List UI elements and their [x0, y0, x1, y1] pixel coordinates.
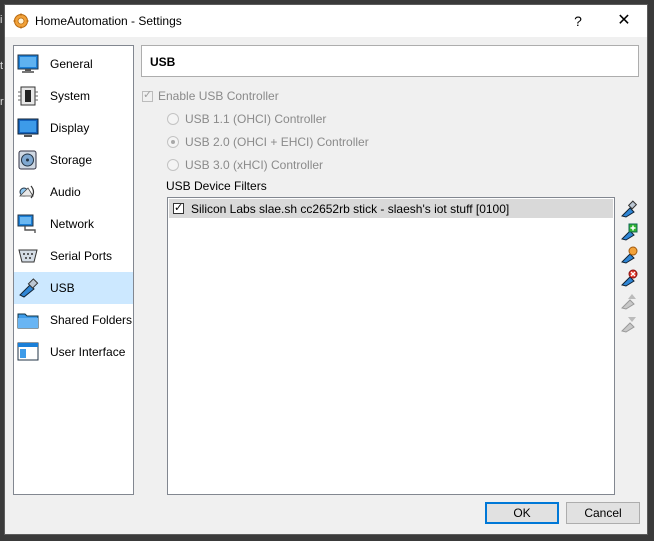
- sidebar-item-label: Display: [50, 121, 90, 135]
- sidebar-item-display[interactable]: Display: [14, 112, 133, 144]
- sidebar-item-label: User Interface: [50, 345, 126, 359]
- radio-label: USB 3.0 (xHCI) Controller: [185, 158, 324, 172]
- user-interface-icon: [17, 342, 39, 361]
- move-filter-up-icon[interactable]: [620, 292, 638, 310]
- filter-enabled-checkbox[interactable]: ✓: [173, 202, 184, 214]
- sidebar-item-audio[interactable]: Audio: [14, 176, 133, 208]
- display-icon: [17, 118, 39, 137]
- filter-name: Silicon Labs slae.sh cc2652rb stick - sl…: [191, 201, 510, 216]
- add-empty-filter-icon[interactable]: [620, 200, 638, 218]
- help-button[interactable]: ?: [555, 5, 601, 37]
- general-icon: [17, 54, 39, 73]
- enable-usb-controller-checkbox[interactable]: ✓ Enable USB Controller: [142, 89, 279, 103]
- sidebar-item-serial-ports[interactable]: Serial Ports: [14, 240, 133, 272]
- sidebar-item-label: Serial Ports: [50, 249, 113, 263]
- background-text: i: [0, 14, 3, 26]
- storage-icon: [18, 150, 37, 170]
- radio-button[interactable]: [167, 159, 179, 171]
- window-title: HomeAutomation - Settings: [35, 14, 182, 28]
- network-icon: [17, 214, 36, 233]
- usb-filter-list[interactable]: ✓ Silicon Labs slae.sh cc2652rb stick - …: [167, 197, 615, 495]
- usb-1-1-radio[interactable]: USB 1.1 (OHCI) Controller: [167, 112, 326, 126]
- system-icon: [18, 86, 38, 106]
- sidebar-item-usb[interactable]: USB: [14, 272, 133, 304]
- list-item[interactable]: ✓ Silicon Labs slae.sh cc2652rb stick - …: [169, 199, 613, 218]
- checkmark-icon: ✓: [174, 202, 184, 214]
- usb-2-0-radio[interactable]: USB 2.0 (OHCI + EHCI) Controller: [167, 135, 369, 149]
- title-bar: HomeAutomation - Settings ? ✕: [5, 5, 647, 37]
- sidebar-item-user-interface[interactable]: User Interface: [14, 336, 133, 368]
- usb-icon: [19, 278, 39, 298]
- sidebar-item-label: Audio: [50, 185, 81, 199]
- audio-icon: [19, 185, 35, 199]
- sidebar-item-general[interactable]: General: [14, 48, 133, 80]
- sidebar-item-label: Network: [50, 217, 95, 231]
- background-text: t: [0, 60, 4, 72]
- page-title: USB: [150, 55, 176, 69]
- sidebar-item-shared-folders[interactable]: Shared Folders: [14, 304, 133, 336]
- serial-ports-icon: [18, 249, 38, 263]
- move-filter-down-icon[interactable]: [620, 315, 638, 333]
- radio-button[interactable]: [167, 113, 179, 125]
- ok-button[interactable]: OK: [485, 502, 559, 524]
- sidebar-item-storage[interactable]: Storage: [14, 144, 133, 176]
- sidebar-item-label: USB: [50, 281, 75, 295]
- sidebar-item-label: Storage: [50, 153, 93, 167]
- checkmark-icon: ✓: [143, 88, 153, 101]
- page-title-box: USB: [141, 45, 639, 77]
- remove-filter-icon[interactable]: [620, 269, 638, 287]
- cancel-button[interactable]: Cancel: [566, 502, 640, 524]
- settings-window: HomeAutomation - Settings ? ✕ General Sy…: [4, 4, 648, 535]
- sidebar-item-label: General: [50, 57, 93, 71]
- virtualbox-gear-icon: [13, 13, 29, 29]
- enable-usb-label: Enable USB Controller: [158, 89, 279, 103]
- radio-selected-dot: [171, 140, 175, 144]
- settings-sidebar: General System Display Storage Audio Net…: [13, 45, 134, 495]
- usb-device-filters-label: USB Device Filters: [166, 179, 267, 193]
- radio-label: USB 2.0 (OHCI + EHCI) Controller: [185, 135, 369, 149]
- sidebar-item-network[interactable]: Network: [14, 208, 133, 240]
- add-filter-from-device-icon[interactable]: [620, 223, 638, 241]
- usb-3-0-radio[interactable]: USB 3.0 (xHCI) Controller: [167, 158, 323, 172]
- sidebar-item-label: Shared Folders: [50, 313, 133, 327]
- edit-filter-icon[interactable]: [620, 246, 638, 264]
- shared-folders-icon: [17, 313, 39, 329]
- sidebar-item-system[interactable]: System: [14, 80, 133, 112]
- sidebar-item-label: System: [50, 89, 91, 103]
- radio-label: USB 1.1 (OHCI) Controller: [185, 112, 327, 126]
- checkbox[interactable]: ✓: [142, 88, 153, 102]
- radio-button[interactable]: [167, 136, 179, 148]
- close-button[interactable]: ✕: [601, 5, 647, 37]
